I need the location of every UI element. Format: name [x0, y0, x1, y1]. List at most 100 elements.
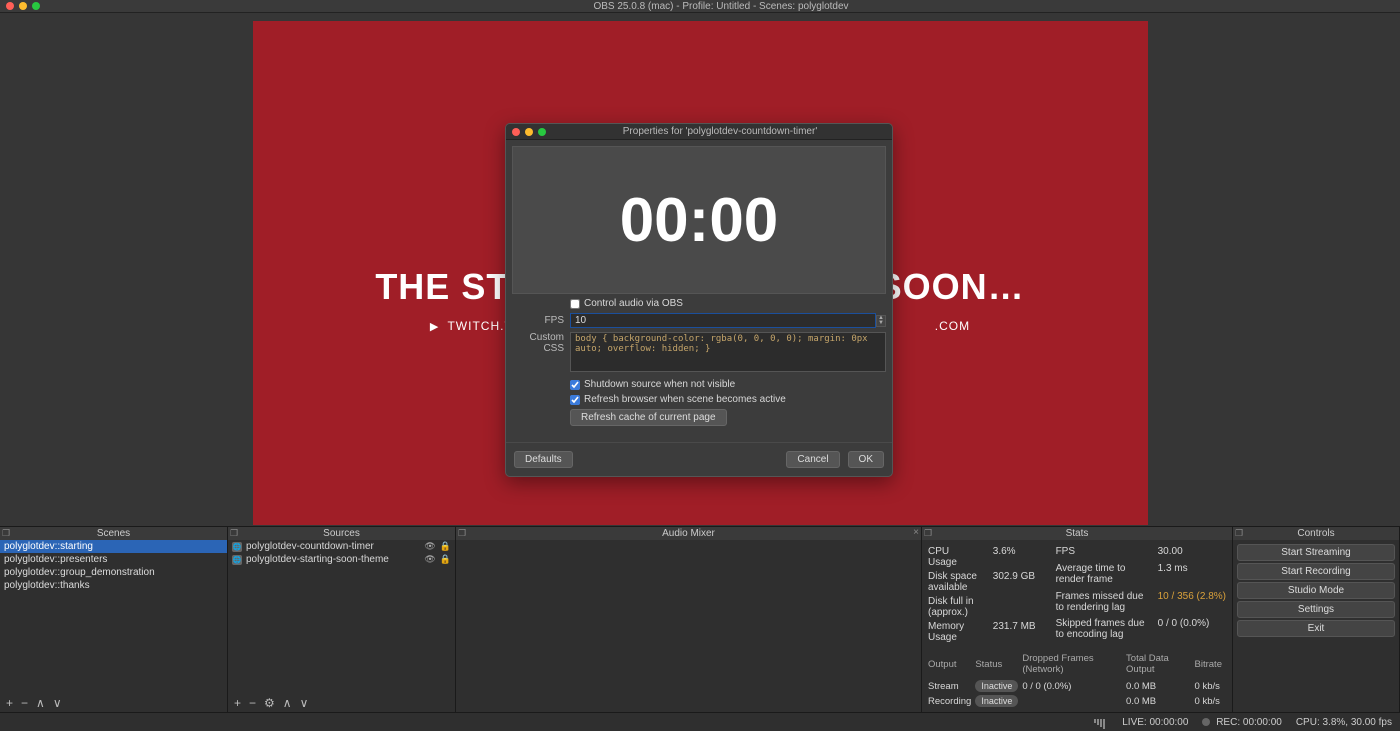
shutdown-checkbox[interactable]: [570, 380, 580, 390]
output-dropped: 0 / 0 (0.0%): [1022, 679, 1126, 694]
scenes-toolbar: + − ∧ ∨: [0, 694, 227, 712]
start-streaming-button[interactable]: Start Streaming: [1237, 544, 1395, 561]
table-row: StreamInactive0 / 0 (0.0%)0.0 MB0 kb/s: [928, 679, 1226, 694]
custom-css-label: Custom CSS: [512, 332, 564, 354]
add-scene-button[interactable]: +: [6, 696, 13, 710]
app-titlebar: OBS 25.0.8 (mac) - Profile: Untitled - S…: [0, 0, 1400, 13]
output-status: Inactive: [975, 679, 1022, 694]
source-up-button[interactable]: ∧: [283, 696, 292, 710]
fps-input[interactable]: [570, 313, 876, 328]
scenes-panel: ❐ Scenes polyglotdev::startingpolyglotde…: [0, 527, 228, 712]
record-dot-icon: [1202, 718, 1210, 726]
th-status: Status: [975, 651, 1022, 679]
countdown-time: 00:00: [620, 185, 779, 256]
live-status: LIVE: 00:00:00: [1122, 717, 1188, 728]
control-audio-checkbox[interactable]: [570, 299, 580, 309]
preview-area: THE STREAM IS STARTING SOON… ▶ TWITCH.TV…: [0, 13, 1400, 526]
scene-up-button[interactable]: ∧: [36, 696, 45, 710]
source-item[interactable]: 🌐polyglotdev-countdown-timer👁🔒: [228, 540, 455, 553]
close-icon[interactable]: [512, 128, 520, 136]
exit-button[interactable]: Exit: [1237, 620, 1395, 637]
disk-full-label: Disk full in (approx.): [928, 596, 979, 618]
scene-item[interactable]: polyglotdev::presenters: [0, 553, 227, 566]
table-row: RecordingInactive0.0 MB0 kb/s: [928, 694, 1226, 709]
browser-source-icon: 🌐: [232, 542, 242, 552]
dialog-title: Properties for 'polyglotdev-countdown-ti…: [554, 126, 886, 137]
popout-icon[interactable]: ❐: [2, 528, 10, 539]
defaults-button[interactable]: Defaults: [514, 451, 573, 468]
disk-space-label: Disk space available: [928, 571, 979, 593]
cpu-status: CPU: 3.8%, 30.00 fps: [1296, 717, 1392, 728]
output-stats-table: Output Status Dropped Frames (Network) T…: [928, 651, 1226, 709]
scenes-title: Scenes: [97, 528, 130, 539]
add-source-button[interactable]: +: [234, 696, 241, 710]
popout-icon[interactable]: ❐: [1235, 528, 1243, 539]
minimize-icon[interactable]: [19, 2, 27, 10]
output-bitrate: 0 kb/s: [1195, 694, 1226, 709]
avg-render-label: Average time to render frame: [1056, 563, 1152, 588]
sources-toolbar: + − ⚙ ∧ ∨: [228, 694, 455, 712]
sources-list: 🌐polyglotdev-countdown-timer👁🔒🌐polyglotd…: [228, 540, 455, 694]
start-recording-button[interactable]: Start Recording: [1237, 563, 1395, 580]
output-dropped: [1022, 694, 1126, 709]
controls-panel: ❐ Controls Start Streaming Start Recordin…: [1233, 527, 1400, 712]
controls-title: Controls: [1297, 528, 1334, 539]
popout-icon[interactable]: ❐: [924, 528, 932, 539]
minimize-icon[interactable]: [525, 128, 533, 136]
missed-frames-label: Frames missed due to rendering lag: [1056, 591, 1152, 616]
stream-signal-icon: [1094, 715, 1108, 729]
output-name: Stream: [928, 679, 975, 694]
twitch-icon: ▶: [430, 320, 439, 333]
output-status: Inactive: [975, 694, 1022, 709]
studio-mode-button[interactable]: Studio Mode: [1237, 582, 1395, 599]
memory-value: 231.7 MB: [993, 621, 1036, 643]
scene-item[interactable]: polyglotdev::group_demonstration: [0, 566, 227, 579]
scene-item[interactable]: polyglotdev::thanks: [0, 579, 227, 592]
rec-status: REC: 00:00:00: [1202, 717, 1281, 728]
source-down-button[interactable]: ∨: [300, 696, 309, 710]
popout-icon[interactable]: ❐: [458, 528, 466, 539]
th-output: Output: [928, 651, 975, 679]
dialog-titlebar: Properties for 'polyglotdev-countdown-ti…: [506, 124, 892, 140]
remove-source-button[interactable]: −: [249, 696, 256, 710]
refresh-cache-button[interactable]: Refresh cache of current page: [570, 409, 727, 426]
remove-scene-button[interactable]: −: [21, 696, 28, 710]
visibility-toggle-icon[interactable]: 👁: [424, 554, 435, 565]
controls-body: Start Streaming Start Recording Studio Mod…: [1233, 540, 1399, 712]
source-settings-button[interactable]: ⚙: [264, 696, 275, 710]
browser-source-icon: 🌐: [232, 555, 242, 565]
cancel-button[interactable]: Cancel: [786, 451, 839, 468]
settings-button[interactable]: Settings: [1237, 601, 1395, 618]
dialog-traffic-lights: [512, 128, 546, 136]
fps-stepper[interactable]: ▲▼: [876, 315, 886, 327]
scene-down-button[interactable]: ∨: [53, 696, 62, 710]
status-bar: LIVE: 00:00:00 REC: 00:00:00 CPU: 3.8%, …: [0, 712, 1400, 731]
th-total: Total Data Output: [1126, 651, 1194, 679]
fps-label: FPS: [512, 315, 564, 326]
close-icon[interactable]: ×: [913, 527, 919, 538]
canvas-subline-right: .COM: [935, 319, 970, 333]
disk-full-value: [993, 596, 1036, 618]
maximize-icon[interactable]: [538, 128, 546, 136]
refresh-checkbox[interactable]: [570, 395, 580, 405]
ok-button[interactable]: OK: [848, 451, 884, 468]
control-audio-label: Control audio via OBS: [584, 298, 683, 309]
fps-stat-label: FPS: [1056, 546, 1152, 560]
popout-icon[interactable]: ❐: [230, 528, 238, 539]
th-dropped: Dropped Frames (Network): [1022, 651, 1126, 679]
sources-panel: ❐ Sources 🌐polyglotdev-countdown-timer👁🔒…: [228, 527, 456, 712]
visibility-toggle-icon[interactable]: 👁: [424, 541, 435, 552]
scene-item[interactable]: polyglotdev::starting: [0, 540, 227, 553]
lock-toggle-icon[interactable]: 🔒: [440, 541, 451, 552]
missed-frames-value: 10 / 356 (2.8%): [1158, 591, 1226, 616]
scenes-list: polyglotdev::startingpolyglotdev::presen…: [0, 540, 227, 694]
source-item[interactable]: 🌐polyglotdev-starting-soon-theme👁🔒: [228, 553, 455, 566]
cpu-usage-value: 3.6%: [993, 546, 1036, 568]
skipped-frames-value: 0 / 0 (0.0%): [1158, 618, 1226, 643]
stats-panel: ❐ Stats CPU Usage 3.6% Disk space availa…: [922, 527, 1233, 712]
lock-toggle-icon[interactable]: 🔒: [440, 554, 451, 565]
close-icon[interactable]: [6, 2, 14, 10]
custom-css-textarea[interactable]: body { background-color: rgba(0, 0, 0, 0…: [570, 332, 886, 372]
maximize-icon[interactable]: [32, 2, 40, 10]
disk-space-value: 302.9 GB: [993, 571, 1036, 593]
